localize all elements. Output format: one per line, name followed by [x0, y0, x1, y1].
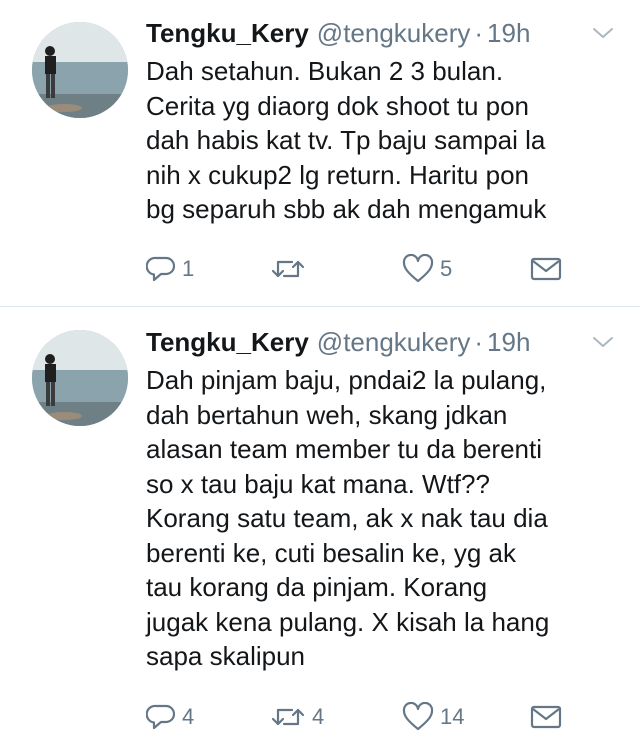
timestamp[interactable]: 19h [487, 18, 530, 49]
user-handle[interactable]: @tengkukery [317, 327, 471, 358]
reply-button[interactable]: 1 [146, 253, 194, 285]
reply-button[interactable]: 4 [146, 701, 194, 733]
reply-icon [146, 256, 176, 282]
tweet: Tengku_Kery @tengkukery · 19h Dah pinjam… [0, 307, 640, 744]
retweet-button[interactable]: 4 [270, 701, 324, 733]
tweet-text: Dah pinjam baju, pndai2 la pulang, dah b… [146, 365, 550, 671]
tweet: Tengku_Kery @tengkukery · 19h Dah setahu… [0, 0, 640, 307]
retweet-button[interactable] [270, 253, 312, 285]
like-count: 5 [440, 256, 453, 281]
like-button[interactable]: 5 [402, 253, 452, 285]
envelope-icon [530, 257, 562, 281]
separator: · [474, 17, 484, 48]
avatar[interactable] [32, 330, 128, 426]
retweet-count: 4 [312, 704, 325, 729]
tweet-header: Tengku_Kery @tengkukery · 19h [146, 325, 614, 359]
chevron-down-icon[interactable] [592, 26, 614, 40]
tweet-header: Tengku_Kery @tengkukery · 19h [146, 16, 614, 50]
reply-count: 1 [182, 256, 195, 281]
envelope-icon [530, 705, 562, 729]
heart-icon [402, 702, 434, 731]
user-handle[interactable]: @tengkukery [317, 18, 471, 49]
tweet-actions: 4 4 14 [146, 701, 566, 733]
retweet-icon [271, 260, 305, 278]
like-count: 14 [440, 704, 465, 729]
separator: · [474, 326, 484, 357]
timestamp[interactable]: 19h [487, 327, 530, 358]
tweet-actions: 1 5 [146, 253, 566, 285]
direct-message-button[interactable] [530, 701, 562, 733]
retweet-icon [271, 708, 305, 726]
tweet-text: Dah setahun. Bukan 2 3 bulan. Cerita yg … [146, 56, 547, 224]
chevron-down-icon[interactable] [592, 335, 614, 349]
avatar[interactable] [32, 22, 128, 118]
display-name[interactable]: Tengku_Kery [146, 18, 309, 49]
heart-icon [402, 254, 434, 283]
like-button[interactable]: 14 [402, 701, 464, 733]
reply-icon [146, 704, 176, 730]
display-name[interactable]: Tengku_Kery [146, 327, 309, 358]
reply-count: 4 [182, 704, 195, 729]
direct-message-button[interactable] [530, 253, 562, 285]
